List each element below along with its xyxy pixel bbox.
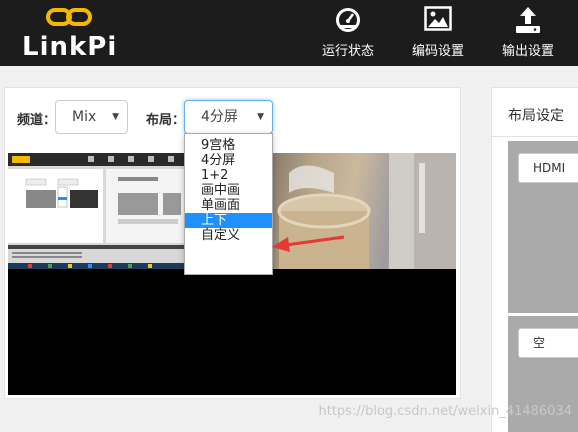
nav-output[interactable]: 输出设置 — [490, 0, 566, 66]
layout-settings-panel: 布局设定 HDMI 空 — [491, 87, 578, 432]
layout-option-4split[interactable]: 4分屏 — [185, 153, 272, 168]
nav-encode[interactable]: 编码设置 — [400, 0, 476, 66]
channel-label: 频道： — [17, 113, 57, 128]
preview-screen-capture — [8, 153, 184, 269]
layout-option-custom[interactable]: 自定义 — [185, 228, 272, 243]
chevron-down-icon: ▼ — [112, 112, 119, 122]
chevron-down-icon: ▼ — [257, 112, 264, 122]
layout-option-pip[interactable]: 画中画 — [185, 183, 272, 198]
nav-output-label: 输出设置 — [501, 44, 554, 59]
layout-option-top-bottom[interactable]: 上下 — [185, 213, 272, 228]
gauge-icon — [336, 8, 360, 32]
channel-value: Mix — [72, 109, 97, 125]
channel-select[interactable]: Mix ▼ — [55, 100, 128, 134]
watermark: https://blog.csdn.net/weixin_41486034 — [318, 404, 572, 419]
layout-value: 4分屏 — [201, 109, 238, 125]
divider — [492, 136, 578, 137]
brand-logo[interactable]: LinkPi — [22, 6, 122, 62]
layout-option-1plus2[interactable]: 1+2 — [185, 168, 272, 183]
top-header: LinkPi 运行状态 编码设置 输出设置 — [0, 0, 578, 66]
layout-select[interactable]: 4分屏 ▼ — [184, 100, 273, 134]
source-slot-1: HDMI — [508, 141, 578, 313]
upload-icon — [516, 7, 540, 33]
image-icon — [424, 6, 452, 31]
layout-settings-title: 布局设定 — [508, 108, 564, 124]
layout-dropdown-list: 9宫格 4分屏 1+2 画中画 单画面 上下 自定义 — [184, 133, 273, 275]
annotation-arrow-icon — [272, 235, 345, 252]
nav-status[interactable]: 运行状态 — [310, 0, 386, 66]
nav-status-label: 运行状态 — [321, 44, 374, 59]
brand-name: LinkPi — [22, 32, 118, 62]
source-1-select[interactable]: HDMI — [518, 153, 578, 183]
nav-encode-label: 编码设置 — [411, 44, 464, 59]
layout-label: 布局： — [146, 113, 186, 128]
source-2-select[interactable]: 空 — [518, 328, 578, 358]
chain-link-icon — [46, 8, 92, 26]
layout-option-9grid[interactable]: 9宫格 — [185, 138, 272, 153]
layout-option-single[interactable]: 单画面 — [185, 198, 272, 213]
